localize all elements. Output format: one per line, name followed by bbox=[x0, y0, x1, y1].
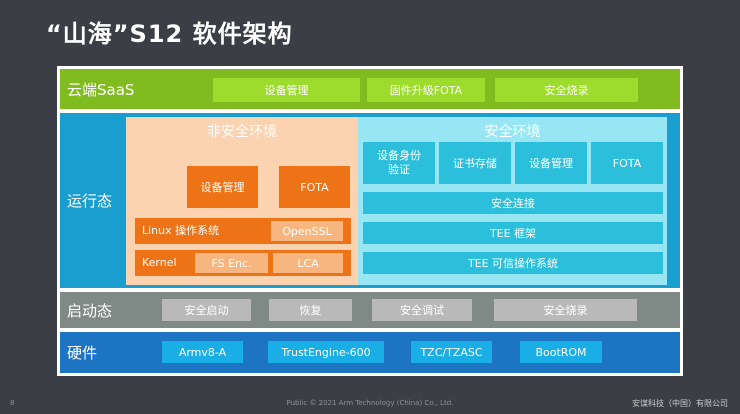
lca-box: LCA bbox=[273, 253, 343, 273]
openssl-box: OpenSSL bbox=[271, 221, 343, 241]
boot-secure-flash: 安全烧录 bbox=[494, 299, 637, 321]
fs-enc-box: FS Enc. bbox=[195, 253, 268, 273]
secure-connection: 安全连接 bbox=[363, 192, 663, 214]
company-name: 安谋科技（中国）有限公司 bbox=[632, 399, 728, 408]
boot-label: 启动态 bbox=[67, 301, 113, 320]
boot-recovery: 恢复 bbox=[269, 299, 352, 321]
boot-secure-debug: 安全调试 bbox=[372, 299, 472, 321]
secure-device-identity-auth: 设备身份验证 bbox=[363, 142, 435, 184]
tee-framework: TEE 框架 bbox=[363, 222, 663, 244]
cloud-label: 云端SaaS bbox=[67, 80, 135, 99]
kernel-label: Kernel bbox=[142, 256, 177, 269]
copyright-notice: Public © 2021 Arm Technology (China) Co.… bbox=[286, 399, 454, 407]
tee-trusted-os: TEE 可信操作系统 bbox=[363, 252, 663, 274]
secure-fota: FOTA bbox=[591, 142, 663, 184]
hw-trustengine-600: TrustEngine-600 bbox=[268, 341, 384, 363]
hw-armv8a: Armv8-A bbox=[162, 341, 243, 363]
nonsecure-device-management: 设备管理 bbox=[187, 166, 258, 208]
boot-secure-boot: 安全启动 bbox=[162, 299, 251, 321]
nonsecure-title: 非安全环境 bbox=[207, 124, 277, 140]
slide-title: “山海”S12 软件架构 bbox=[46, 20, 293, 48]
secure-title: 安全环境 bbox=[484, 124, 541, 140]
runtime-label: 运行态 bbox=[67, 191, 113, 210]
hw-bootrom: BootROM bbox=[520, 341, 602, 363]
hw-tzc-tzasc: TZC/TZASC bbox=[411, 341, 492, 363]
linux-os-label: Linux 操作系统 bbox=[142, 224, 220, 237]
cloud-item-fota: 固件升级FOTA bbox=[367, 78, 485, 102]
secure-cert-storage: 证书存储 bbox=[439, 142, 511, 184]
nonsecure-fota: FOTA bbox=[279, 166, 350, 208]
cloud-item-secure-flash: 安全烧录 bbox=[495, 78, 638, 102]
hardware-label: 硬件 bbox=[67, 344, 98, 362]
cloud-item-device-management: 设备管理 bbox=[213, 78, 360, 102]
secure-device-management: 设备管理 bbox=[515, 142, 587, 184]
